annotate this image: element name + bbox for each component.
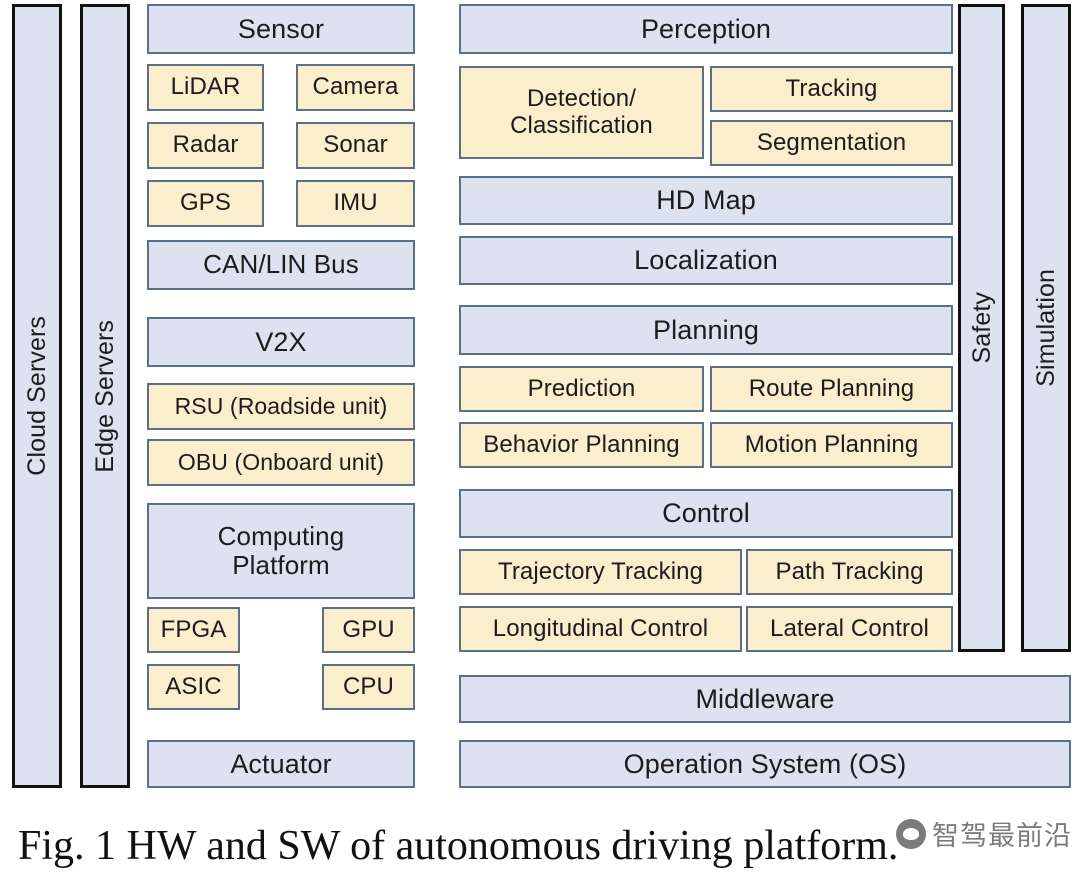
hw-item-rsu: RSU (Roadside unit) xyxy=(147,383,415,430)
sw-item-trajectory-tracking: Trajectory Tracking xyxy=(459,549,742,595)
hw-item-radar: Radar xyxy=(147,122,264,169)
hw-item-asic: ASIC xyxy=(147,664,240,710)
computing-platform-line-1: Computing xyxy=(217,520,345,551)
sw-item-detection-classification: Detection/ Classification xyxy=(459,66,704,159)
detection-line-1: Detection/ xyxy=(526,84,637,112)
hw-header-actuator: Actuator xyxy=(147,740,415,788)
architecture-diagram: Cloud Servers Edge Servers Sensor LiDAR … xyxy=(0,0,1080,800)
pillar-cloud-servers: Cloud Servers xyxy=(12,4,62,788)
watermark-logo-icon xyxy=(896,818,926,849)
hw-item-lidar: LiDAR xyxy=(147,64,264,111)
sw-item-lateral-control: Lateral Control xyxy=(746,606,953,652)
detection-line-2: Classification xyxy=(510,111,653,139)
sw-item-segmentation: Segmentation xyxy=(710,120,953,166)
pillar-edge-servers-label: Edge Servers xyxy=(91,319,119,473)
sw-item-path-tracking: Path Tracking xyxy=(746,549,953,595)
pillar-cloud-servers-label: Cloud Servers xyxy=(23,316,51,476)
hw-item-obu: OBU (Onboard unit) xyxy=(147,439,415,486)
hw-header-sensor: Sensor xyxy=(147,4,415,54)
hw-header-can-lin-bus: CAN/LIN Bus xyxy=(147,240,415,290)
sw-item-prediction: Prediction xyxy=(459,366,704,412)
pillar-edge-servers: Edge Servers xyxy=(80,4,130,788)
sw-header-localization: Localization xyxy=(459,236,953,285)
pillar-safety: Safety xyxy=(958,4,1005,652)
sw-item-motion-planning: Motion Planning xyxy=(710,422,953,468)
sw-header-control: Control xyxy=(459,489,953,538)
sw-item-route-planning: Route Planning xyxy=(710,366,953,412)
sw-item-longitudinal-control: Longitudinal Control xyxy=(459,606,742,652)
pillar-safety-label: Safety xyxy=(967,292,996,364)
figure-caption-area: Fig. 1 HW and SW of autonomous driving p… xyxy=(0,800,1080,892)
hw-header-v2x: V2X xyxy=(147,317,415,367)
sw-item-behavior-planning: Behavior Planning xyxy=(459,422,704,468)
platform-layer-operation-system: Operation System (OS) xyxy=(459,740,1071,788)
computing-platform-line-2: Platform xyxy=(232,550,330,580)
hw-item-fpga: FPGA xyxy=(147,607,240,653)
sw-item-tracking: Tracking xyxy=(710,66,953,112)
figure-caption: Fig. 1 HW and SW of autonomous driving p… xyxy=(18,823,899,869)
hw-item-camera: Camera xyxy=(296,64,415,111)
hw-item-sonar: Sonar xyxy=(296,122,415,169)
hw-item-gpu: GPU xyxy=(322,607,415,653)
sw-header-hd-map: HD Map xyxy=(459,176,953,225)
watermark-label: 智驾最前沿 xyxy=(932,821,1072,852)
hw-header-computing-platform: Computing Platform xyxy=(147,503,415,599)
hw-item-gps: GPS xyxy=(147,180,264,227)
hw-item-imu: IMU xyxy=(296,180,415,227)
watermark: 智驾最前沿 xyxy=(896,814,1072,853)
sw-header-perception: Perception xyxy=(459,4,953,54)
hw-item-cpu: CPU xyxy=(322,664,415,710)
platform-layer-middleware: Middleware xyxy=(459,675,1071,723)
pillar-simulation-label: Simulation xyxy=(1032,269,1060,387)
sw-header-planning: Planning xyxy=(459,305,953,355)
pillar-simulation: Simulation xyxy=(1021,4,1071,652)
